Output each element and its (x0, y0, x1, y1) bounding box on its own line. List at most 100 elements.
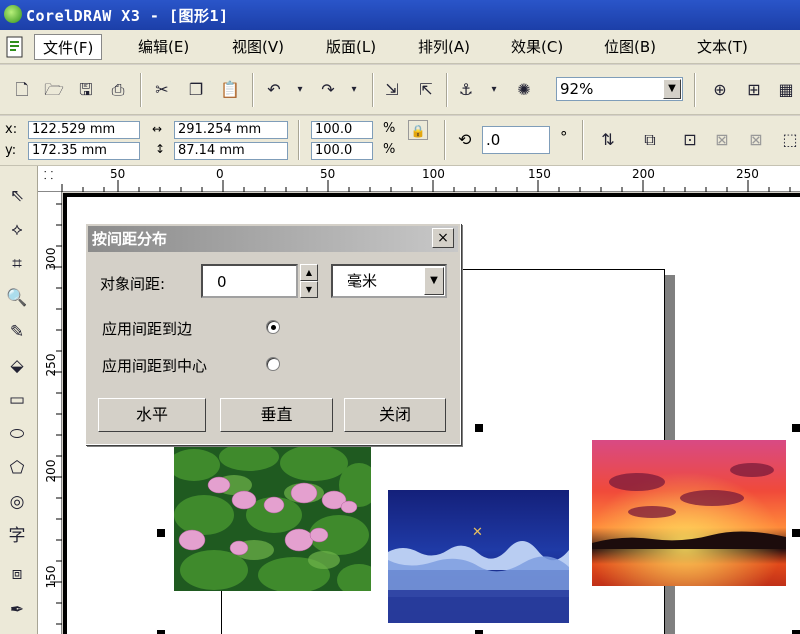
grid-icon[interactable]: ⊞ (742, 78, 766, 102)
cut-icon[interactable]: ✂ (150, 78, 174, 102)
selection-handle[interactable] (157, 630, 165, 634)
chevron-down-icon[interactable]: ▼ (424, 267, 444, 295)
ruler-tick-label: 0 (216, 167, 224, 181)
rectangle-tool-icon[interactable]: ▭ (4, 386, 30, 414)
percent-label: % (383, 121, 396, 136)
spacing-label: 对象间距: (100, 275, 166, 293)
pick-tool-icon[interactable]: ⇖ (4, 182, 30, 210)
shape-tool-icon[interactable]: ⟡ (4, 216, 30, 244)
print-icon[interactable]: ⎙ (106, 78, 130, 102)
horizontal-button[interactable]: 水平 (98, 398, 206, 432)
zoom-level-dropdown[interactable]: 92% ▼ (556, 77, 683, 101)
menu-effects[interactable]: 效果(C) (511, 34, 563, 60)
ruler-origin-icon[interactable]: ⸬ (44, 168, 53, 183)
application-launcher-icon[interactable]: ⚓ (454, 78, 478, 102)
ruler-tick-label: 100 (422, 167, 445, 181)
crop-tool-icon[interactable]: ⌗ (4, 250, 30, 278)
ruler-tick-label: 50 (110, 167, 126, 181)
copy-icon[interactable]: ❐ (184, 78, 208, 102)
ruler-tick-label: 150 (44, 565, 58, 589)
zoom-tool-icon[interactable]: 🔍 (4, 284, 30, 312)
welcome-icon[interactable]: ✺ (512, 78, 536, 102)
lotus-image[interactable] (168, 443, 381, 596)
selection-handle[interactable] (792, 424, 800, 432)
selection-handle[interactable] (475, 630, 483, 634)
unit-value: 毫米 (347, 272, 378, 290)
menu-file[interactable]: 文件(F) (34, 34, 103, 60)
eyedropper-tool-icon[interactable]: ✒ (4, 596, 30, 624)
y-position-field[interactable]: 172.35 mm (28, 142, 140, 160)
ungroup-icon[interactable]: ⊠ (710, 128, 734, 152)
group-icon[interactable]: ⧉ (638, 128, 662, 152)
rotation-icon: ⟲ (458, 130, 472, 149)
height-icon: ↕ (155, 142, 166, 156)
basic-shapes-tool-icon[interactable]: ◎ (4, 488, 30, 516)
interactive-blend-tool-icon[interactable]: ⧈ (4, 560, 30, 588)
close-icon[interactable]: × (432, 228, 454, 248)
option-edge-label: 应用间距到边 (102, 320, 193, 338)
blue-landscape-image[interactable] (388, 490, 569, 623)
paste-icon[interactable]: 📋 (218, 78, 242, 102)
chevron-down-icon[interactable]: ▼ (663, 79, 681, 99)
undo-dropdown-icon[interactable]: ▾ (288, 78, 312, 102)
vertical-button[interactable]: 垂直 (220, 398, 333, 432)
ungroup-all-icon[interactable]: ⊠ (744, 128, 768, 152)
spin-up-icon[interactable]: ▲ (300, 264, 318, 281)
import-icon[interactable]: ⇲ (380, 78, 404, 102)
open-icon[interactable]: 🗁 (42, 78, 66, 102)
redo-icon[interactable]: ↷ (316, 78, 340, 102)
lock-ratio-icon[interactable]: 🔒 (408, 120, 428, 140)
menu-edit[interactable]: 编辑(E) (138, 34, 189, 60)
menu-arrange[interactable]: 排列(A) (418, 34, 470, 60)
new-icon[interactable]: 🗋 (10, 78, 34, 102)
width-icon: ↔ (152, 122, 163, 136)
sunset-image[interactable] (592, 440, 786, 586)
menu-text[interactable]: 文本(T) (697, 34, 748, 60)
ruler-tick-label: 300 (44, 247, 58, 271)
height-field[interactable]: 87.14 mm (174, 142, 288, 160)
spacing-input[interactable]: 0 (201, 264, 298, 298)
object-center-marker-icon: ✕ (472, 525, 483, 540)
apply-spacing-center-radio[interactable] (266, 357, 280, 371)
page-border (63, 193, 800, 197)
scale-y-field[interactable]: 100.0 (311, 142, 373, 160)
freehand-tool-icon[interactable]: ✎ (4, 318, 30, 346)
undo-icon[interactable]: ↶ (262, 78, 286, 102)
zoom-level-value: 92% (560, 80, 594, 98)
selection-handle[interactable] (157, 529, 165, 537)
apply-spacing-edge-radio[interactable] (266, 320, 280, 334)
unit-dropdown[interactable]: 毫米 ▼ (331, 264, 447, 298)
selection-handle[interactable] (792, 630, 800, 634)
mirror-icon[interactable]: ⇅ (596, 128, 620, 152)
snap-to-grid-icon[interactable]: ⊕ (708, 78, 732, 102)
scale-x-field[interactable]: 100.0 (311, 121, 373, 139)
width-field[interactable]: 291.254 mm (174, 121, 288, 139)
polygon-tool-icon[interactable]: ⬠ (4, 454, 30, 482)
close-button[interactable]: 关闭 (344, 398, 446, 432)
x-position-field[interactable]: 122.529 mm (28, 121, 140, 139)
selection-handle[interactable] (475, 424, 483, 432)
redo-dropdown-icon[interactable]: ▾ (342, 78, 366, 102)
x-label: x: (5, 122, 18, 137)
save-icon[interactable]: 🖫 (74, 78, 98, 102)
document-icon[interactable] (4, 35, 26, 59)
menu-bitmaps[interactable]: 位图(B) (604, 34, 656, 60)
export-icon[interactable]: ⇱ (414, 78, 438, 102)
break-apart-icon[interactable]: ⬚ (778, 128, 800, 152)
toolbar-separator (298, 120, 300, 160)
combine-icon[interactable]: ⊡ (678, 128, 702, 152)
ellipse-tool-icon[interactable]: ⬭ (4, 420, 30, 448)
smart-fill-tool-icon[interactable]: ⬙ (4, 352, 30, 380)
menu-view[interactable]: 视图(V) (232, 34, 284, 60)
ruler-tick-label: 50 (320, 167, 336, 181)
toolbox: ⇖ ⟡ ⌗ 🔍 ✎ ⬙ ▭ ⬭ ⬠ ◎ 字 ⧈ ✒ (0, 166, 38, 634)
guidelines-icon[interactable]: ▦ (774, 78, 798, 102)
option-center-label: 应用间距到中心 (102, 357, 208, 375)
rotation-field[interactable]: .0 (482, 126, 550, 154)
spin-down-icon[interactable]: ▼ (300, 281, 318, 298)
text-tool-icon[interactable]: 字 (4, 522, 30, 550)
toolbar-separator (446, 73, 448, 107)
launcher-dropdown-icon[interactable]: ▾ (482, 78, 506, 102)
menu-layout[interactable]: 版面(L) (326, 34, 376, 60)
selection-handle[interactable] (792, 529, 800, 537)
